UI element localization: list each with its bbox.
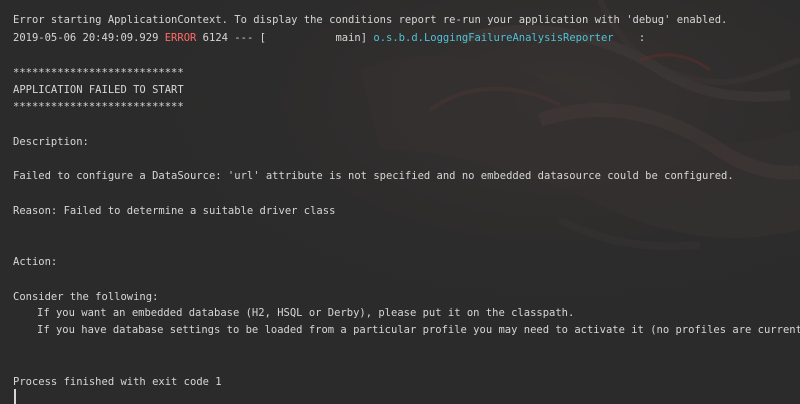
run-console[interactable]: Error starting ApplicationContext. To di…	[0, 0, 800, 404]
action-label: Action:	[13, 256, 58, 268]
console-output: Error starting ApplicationContext. To di…	[13, 0, 800, 404]
consider-text: Consider the following:	[13, 291, 159, 303]
reason-text: Reason: Failed to determine a suitable d…	[13, 205, 336, 217]
stars-bottom: ***************************	[13, 101, 184, 113]
description-label: Description:	[13, 136, 89, 148]
description-text: Failed to configure a DataSource: 'url' …	[13, 170, 734, 182]
log-suffix: :	[638, 32, 646, 44]
log-entry: 2019-05-06 20:49:09.929 ERROR 6124 --- […	[13, 31, 645, 45]
log-logger-link[interactable]: o.s.b.d.LoggingFailureAnalysisReporter	[373, 32, 613, 44]
action-option-1: If you want an embedded database (H2, HS…	[37, 307, 575, 319]
stars-top: ***************************	[13, 67, 184, 79]
log-timestamp: 2019-05-06 20:49:09.929	[13, 32, 159, 44]
action-option-2: If you have database settings to be load…	[37, 324, 800, 336]
log-thread: [ main]	[259, 32, 368, 44]
text-caret	[14, 389, 16, 404]
log-level: ERROR	[164, 32, 197, 44]
log-separator: ---	[234, 32, 254, 44]
log-pid: 6124	[202, 32, 228, 44]
failed-title: APPLICATION FAILED TO START	[13, 84, 184, 96]
exit-text: Process finished with exit code 1	[13, 376, 222, 388]
context-error-line: Error starting ApplicationContext. To di…	[13, 14, 728, 26]
